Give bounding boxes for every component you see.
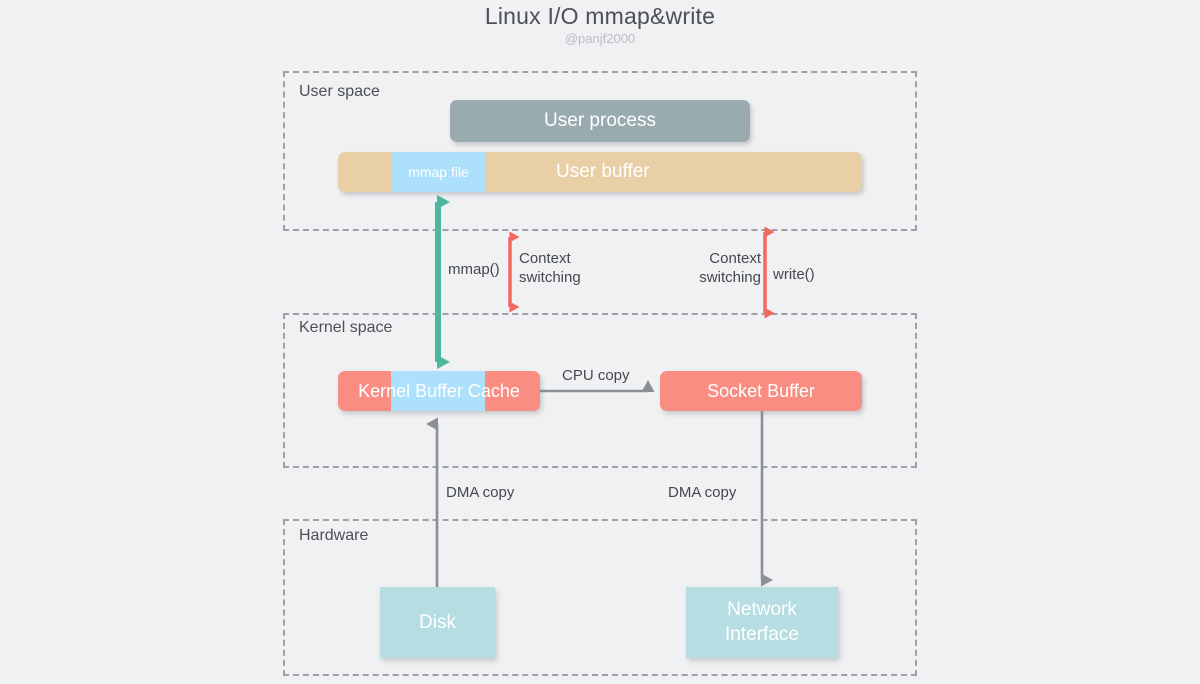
- block-user-process[interactable]: User process: [450, 100, 750, 142]
- block-disk-label: Disk: [419, 611, 456, 633]
- region-user-space-label: User space: [299, 83, 380, 100]
- block-user-buffer-label: User buffer: [556, 161, 650, 182]
- label-context-switching-left: Context switching: [519, 250, 581, 286]
- block-network-interface-label-line2: Interface: [725, 623, 799, 645]
- region-hardware-label: Hardware: [299, 527, 369, 544]
- block-network-interface[interactable]: Network Interface: [686, 587, 838, 658]
- block-mmap-file-label: mmap file: [408, 164, 469, 180]
- label-mmap-call: mmap(): [448, 261, 500, 278]
- label-context-switching-right: Context switching: [699, 250, 761, 286]
- block-network-interface-label-line1: Network: [727, 599, 797, 621]
- block-disk[interactable]: Disk: [380, 587, 495, 658]
- block-user-process-label: User process: [544, 110, 656, 131]
- block-mmap-file-segment[interactable]: mmap file: [392, 152, 485, 192]
- block-socket-buffer-label: Socket Buffer: [707, 380, 815, 401]
- page-subtitle: @panjf2000: [564, 31, 636, 46]
- label-cpu-copy: CPU copy: [562, 367, 630, 384]
- region-kernel-space-label: Kernel space: [299, 319, 393, 336]
- label-dma-copy-left: DMA copy: [446, 484, 515, 501]
- block-socket-buffer[interactable]: Socket Buffer: [660, 371, 862, 411]
- page-title: Linux I/O mmap&write: [484, 3, 716, 29]
- label-write-call: write(): [773, 266, 815, 283]
- label-dma-copy-right: DMA copy: [668, 484, 737, 501]
- diagram-canvas: Linux I/O mmap&write @panjf2000 User spa…: [0, 0, 1200, 684]
- block-kernel-buffer-cache-label: Kernel Buffer Cache: [358, 380, 520, 401]
